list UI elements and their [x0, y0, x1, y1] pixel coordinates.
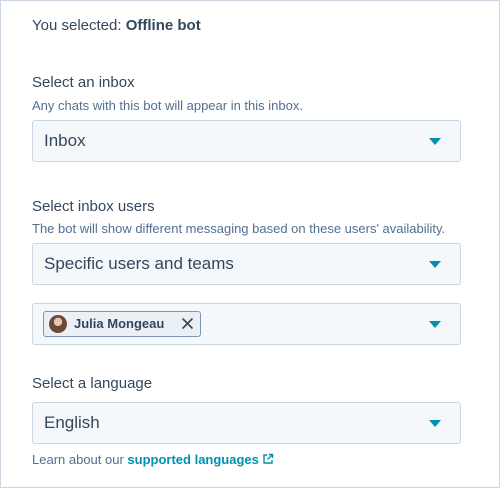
- supported-languages-link-label: supported languages: [127, 452, 259, 467]
- user-tag: Julia Mongeau: [43, 311, 201, 337]
- selection-summary: You selected: Offline bot: [32, 17, 201, 34]
- users-select[interactable]: Specific users and teams: [32, 243, 461, 285]
- caret-down-icon: [429, 261, 441, 268]
- inbox-help-text: Any chats with this bot will appear in t…: [32, 98, 303, 113]
- inbox-section-title: Select an inbox: [32, 74, 135, 91]
- close-icon[interactable]: [180, 315, 196, 333]
- selected-bot-name: Offline bot: [125, 17, 201, 34]
- selection-prefix: You selected:: [32, 17, 122, 34]
- inbox-select-value: Inbox: [44, 131, 86, 150]
- language-section-title: Select a language: [32, 375, 153, 392]
- users-multiselect[interactable]: Julia Mongeau: [32, 303, 461, 345]
- supported-languages-link[interactable]: supported languages: [127, 452, 274, 467]
- external-link-icon: [262, 453, 274, 465]
- bot-settings-panel: You selected: Offline bot Select an inbo…: [0, 0, 500, 488]
- caret-down-icon: [429, 138, 441, 145]
- user-avatar: [49, 315, 67, 333]
- users-select-value: Specific users and teams: [44, 254, 234, 273]
- caret-down-icon: [429, 420, 441, 427]
- users-help-text: The bot will show different messaging ba…: [32, 221, 446, 236]
- user-tag-label: Julia Mongeau: [74, 316, 165, 331]
- caret-down-icon: [429, 321, 441, 328]
- language-select[interactable]: English: [32, 402, 461, 444]
- language-footer: Learn about our supported languages: [32, 452, 274, 467]
- footer-prefix: Learn about our: [32, 452, 124, 467]
- inbox-select[interactable]: Inbox: [32, 120, 461, 162]
- language-select-value: English: [44, 413, 100, 432]
- users-section-title: Select inbox users: [32, 198, 155, 215]
